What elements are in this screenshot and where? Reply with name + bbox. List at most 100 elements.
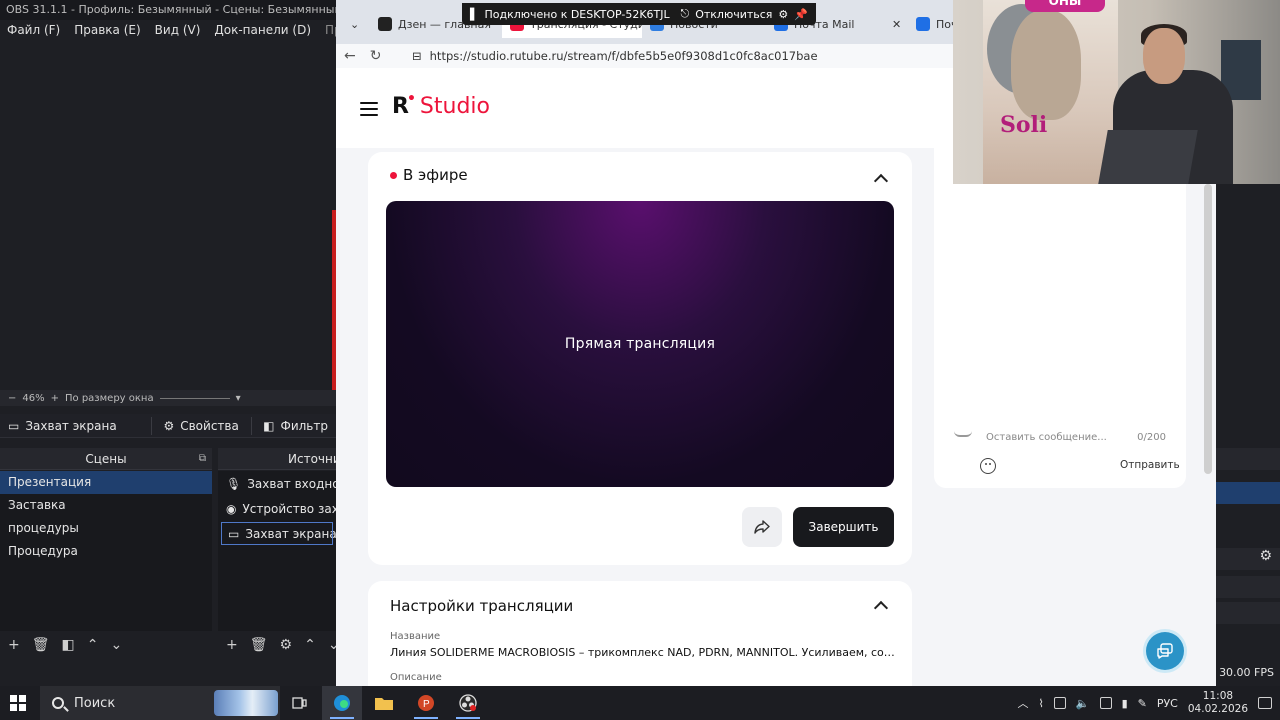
notifications-icon[interactable] bbox=[1258, 697, 1272, 709]
current-source[interactable]: ▭ Захват экрана bbox=[0, 414, 125, 438]
filters-button[interactable]: ◧ Фильтр bbox=[255, 414, 336, 438]
arrow-down-icon[interactable]: ⌄ bbox=[110, 637, 122, 653]
remote-connection-bar: ▌ Подключено к DESKTOP-52K6TJL ⎋ Отключи… bbox=[462, 3, 816, 25]
undock-icon[interactable]: ⧉ bbox=[199, 453, 206, 464]
chat-message-input[interactable]: Оставить сообщение... 0/200 bbox=[978, 425, 1172, 449]
url-field[interactable]: ⊟ https://studio.rutube.ru/stream/f/dbfe… bbox=[406, 47, 946, 65]
name-value[interactable]: Линия SOLIDERME MACROBIOSIS – трикомплек… bbox=[390, 646, 900, 659]
menu-docks[interactable]: Док-панели (D) bbox=[207, 20, 318, 40]
share-button[interactable] bbox=[742, 507, 782, 547]
add-icon[interactable]: + bbox=[226, 637, 238, 653]
selected-row[interactable] bbox=[1216, 482, 1280, 504]
pen-icon[interactable]: ✎ bbox=[1138, 697, 1147, 710]
mail-icon bbox=[916, 17, 930, 31]
task-view-icon[interactable] bbox=[280, 686, 320, 720]
taskbar-search[interactable]: Поиск bbox=[40, 686, 280, 720]
clock-date: 04.02.2026 bbox=[1187, 703, 1248, 715]
support-button[interactable] bbox=[1146, 632, 1184, 670]
sources-list: 🎙 Захват входного аудио ◉ Устройство зах… bbox=[218, 471, 336, 631]
chevron-up-icon[interactable]: ︿ bbox=[1017, 695, 1028, 711]
video-player[interactable]: Прямая трансляция bbox=[386, 201, 894, 487]
gear-icon[interactable]: ⚙ bbox=[280, 637, 293, 653]
chevron-up-icon[interactable] bbox=[873, 600, 889, 616]
source-item[interactable]: ◉ Устройство захвата bbox=[218, 496, 336, 521]
scene-item[interactable]: Процедура bbox=[0, 540, 212, 563]
properties-button[interactable]: ⚙ Свойства bbox=[155, 414, 246, 438]
menu-edit[interactable]: Правка (E) bbox=[67, 20, 147, 40]
obs-icon[interactable] bbox=[448, 686, 488, 720]
chevron-down-icon[interactable]: ▾ bbox=[236, 393, 241, 404]
arrow-up-icon[interactable]: ⌃ bbox=[87, 637, 99, 653]
back-icon[interactable]: ← bbox=[344, 48, 356, 64]
network-icon[interactable]: ⌇ bbox=[1038, 697, 1043, 710]
trash-icon[interactable]: 🗑 bbox=[250, 637, 268, 653]
description-label: Описание bbox=[390, 672, 442, 683]
zoom-in-button[interactable]: + bbox=[51, 393, 59, 404]
studio-page: R • Studio В эфире Прямая трансляция Зав… bbox=[336, 68, 953, 686]
camera-icon: ◉ bbox=[226, 501, 237, 516]
menu-icon[interactable] bbox=[360, 102, 378, 116]
source-item[interactable]: ▭ Захват экрана bbox=[220, 521, 336, 546]
pin-icon[interactable]: 📌 bbox=[794, 8, 808, 21]
filter-icon[interactable]: ◧ bbox=[62, 637, 75, 653]
file-explorer-icon[interactable] bbox=[364, 686, 404, 720]
site-info-icon[interactable]: ⊟ bbox=[412, 49, 422, 63]
cam-laptop bbox=[1098, 130, 1198, 184]
source-label: Устройство захвата bbox=[242, 501, 336, 516]
volume-icon[interactable]: 🔈 bbox=[1076, 697, 1090, 710]
sources-footer: + 🗑 ⚙ ⌃ ⌄ bbox=[218, 634, 340, 656]
windows-taskbar: Поиск P ︿ ⌇ 🔈 ▮ ✎ РУС 11:08 04.02.2026 bbox=[0, 686, 1280, 720]
disconnect-button[interactable]: Отключиться bbox=[695, 8, 772, 21]
source-item[interactable]: 🎙 Захват входного аудио bbox=[218, 471, 336, 496]
emoji-icon[interactable] bbox=[980, 458, 996, 474]
display-icon[interactable] bbox=[1053, 697, 1066, 709]
tab-list-button[interactable]: ⌄ bbox=[342, 10, 372, 38]
add-icon[interactable]: + bbox=[8, 637, 20, 653]
tab-label: Почт bbox=[936, 17, 953, 31]
reload-icon[interactable]: ↻ bbox=[370, 48, 382, 64]
edge-icon[interactable] bbox=[322, 686, 362, 720]
settings-title: Настройки трансляции bbox=[390, 597, 574, 615]
menu-file[interactable]: Файл (F) bbox=[0, 20, 67, 40]
panel-row[interactable] bbox=[1216, 576, 1280, 598]
player-status: Прямая трансляция bbox=[564, 336, 716, 352]
monitor-icon: ▭ bbox=[8, 418, 20, 433]
studio-logo[interactable]: R • Studio bbox=[392, 91, 490, 119]
zoom-track[interactable] bbox=[159, 397, 230, 399]
drag-handle-icon[interactable]: ▌ bbox=[470, 8, 478, 21]
storage-icon[interactable] bbox=[1099, 697, 1112, 709]
language-indicator[interactable]: РУС bbox=[1157, 697, 1178, 710]
zoom-out-button[interactable]: − bbox=[8, 393, 16, 404]
menu-profile[interactable]: Профиль (P) bbox=[318, 20, 336, 40]
scene-item[interactable]: Презентация bbox=[0, 471, 212, 494]
powerpoint-icon[interactable]: P bbox=[406, 686, 446, 720]
send-button[interactable]: Отправить bbox=[1120, 459, 1180, 471]
browser-window: ⌄ Дзен — главная Трансляция - Студия Нов… bbox=[336, 0, 953, 686]
close-tab-button[interactable]: ✕ bbox=[884, 10, 904, 38]
battery-icon[interactable]: ▮ bbox=[1122, 697, 1128, 710]
tab-mail-2[interactable]: Почт bbox=[908, 10, 953, 38]
windows-start-icon[interactable] bbox=[10, 695, 26, 711]
scenes-list: Презентация Заставка процедуры Процедура bbox=[0, 471, 212, 631]
gear-icon[interactable]: ⚙ bbox=[1216, 548, 1280, 570]
arrow-up-icon[interactable]: ⌃ bbox=[304, 637, 316, 653]
chevron-up-icon[interactable] bbox=[873, 173, 889, 189]
webcam-overlay: ОНЫ Soli bbox=[953, 0, 1280, 184]
panel-row[interactable] bbox=[1216, 602, 1280, 624]
trash-icon[interactable]: 🗑 bbox=[32, 637, 50, 653]
obs-preview[interactable] bbox=[0, 42, 336, 390]
logo-text: Studio bbox=[419, 94, 490, 119]
scene-item[interactable]: процедуры bbox=[0, 517, 212, 540]
logo-dot: • bbox=[406, 91, 416, 107]
search-label: Поиск bbox=[74, 695, 116, 711]
zoom-bar: − 46% + По размеру окна ▾ bbox=[0, 390, 336, 406]
scene-item[interactable]: Заставка bbox=[0, 494, 212, 517]
zoom-mode[interactable]: По размеру окна bbox=[65, 393, 154, 404]
chat-scrollbar[interactable] bbox=[1204, 184, 1212, 474]
clock[interactable]: 11:08 04.02.2026 bbox=[1188, 690, 1248, 716]
gear-icon[interactable]: ⚙ bbox=[778, 8, 788, 21]
finish-stream-button[interactable]: Завершить bbox=[793, 507, 894, 547]
menu-view[interactable]: Вид (V) bbox=[148, 20, 208, 40]
poster-brand: Soli bbox=[1000, 112, 1048, 138]
zoom-value: 46% bbox=[22, 392, 45, 404]
